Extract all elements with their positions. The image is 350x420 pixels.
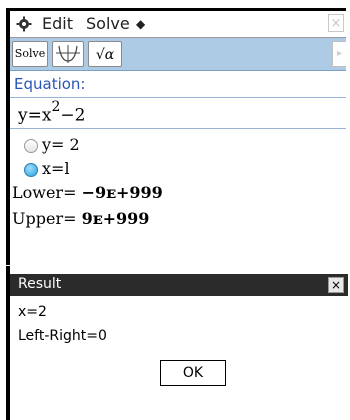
close-icon[interactable]: ×	[328, 277, 344, 293]
result-title-bar: Result ×	[10, 274, 348, 296]
radio-y[interactable]	[24, 139, 38, 153]
result-line-x: x=2	[18, 304, 47, 320]
gear-icon[interactable]	[16, 16, 32, 32]
radio-x[interactable]	[24, 163, 38, 177]
menu-edit[interactable]: Edit	[42, 11, 73, 37]
dropdown-diamond-icon[interactable]: ◆	[136, 11, 145, 37]
equation-label: Equation:	[14, 75, 86, 93]
solver-window: Edit Solve ◆ × Solve √α ▸ Equation: y=x2…	[6, 8, 346, 265]
graph-icon	[56, 45, 80, 63]
ok-button[interactable]: OK	[160, 360, 226, 386]
variable-y-row: y= 2	[42, 135, 80, 154]
graph-button[interactable]	[52, 41, 84, 67]
upper-bound-row[interactable]: Upper= 9ᴇ+999	[12, 209, 149, 228]
equation-text: y=x2−2	[18, 99, 86, 126]
toolbar: Solve √α ▸	[10, 38, 346, 71]
solve-button[interactable]: Solve	[12, 41, 48, 67]
menu-bar: Edit Solve ◆ ×	[10, 11, 346, 38]
result-line-left-right: Left-Right=0	[18, 328, 107, 344]
variable-x-row: x=l	[42, 159, 70, 178]
equation-field[interactable]: y=x2−2	[10, 97, 346, 129]
toolbar-scroll-icon[interactable]: ▸	[332, 41, 346, 67]
menu-solve[interactable]: Solve	[86, 11, 130, 37]
lower-bound-row[interactable]: Lower= −9ᴇ+999	[12, 183, 163, 202]
close-icon[interactable]: ×	[328, 14, 344, 32]
sqrt-alpha-icon: √α	[95, 47, 115, 63]
result-title: Result	[18, 276, 62, 292]
math-keyboard-button[interactable]: √α	[88, 41, 122, 67]
result-dialog: Result × x=2 Left-Right=0 OK	[6, 266, 348, 420]
variable-x-field: l	[64, 159, 70, 178]
